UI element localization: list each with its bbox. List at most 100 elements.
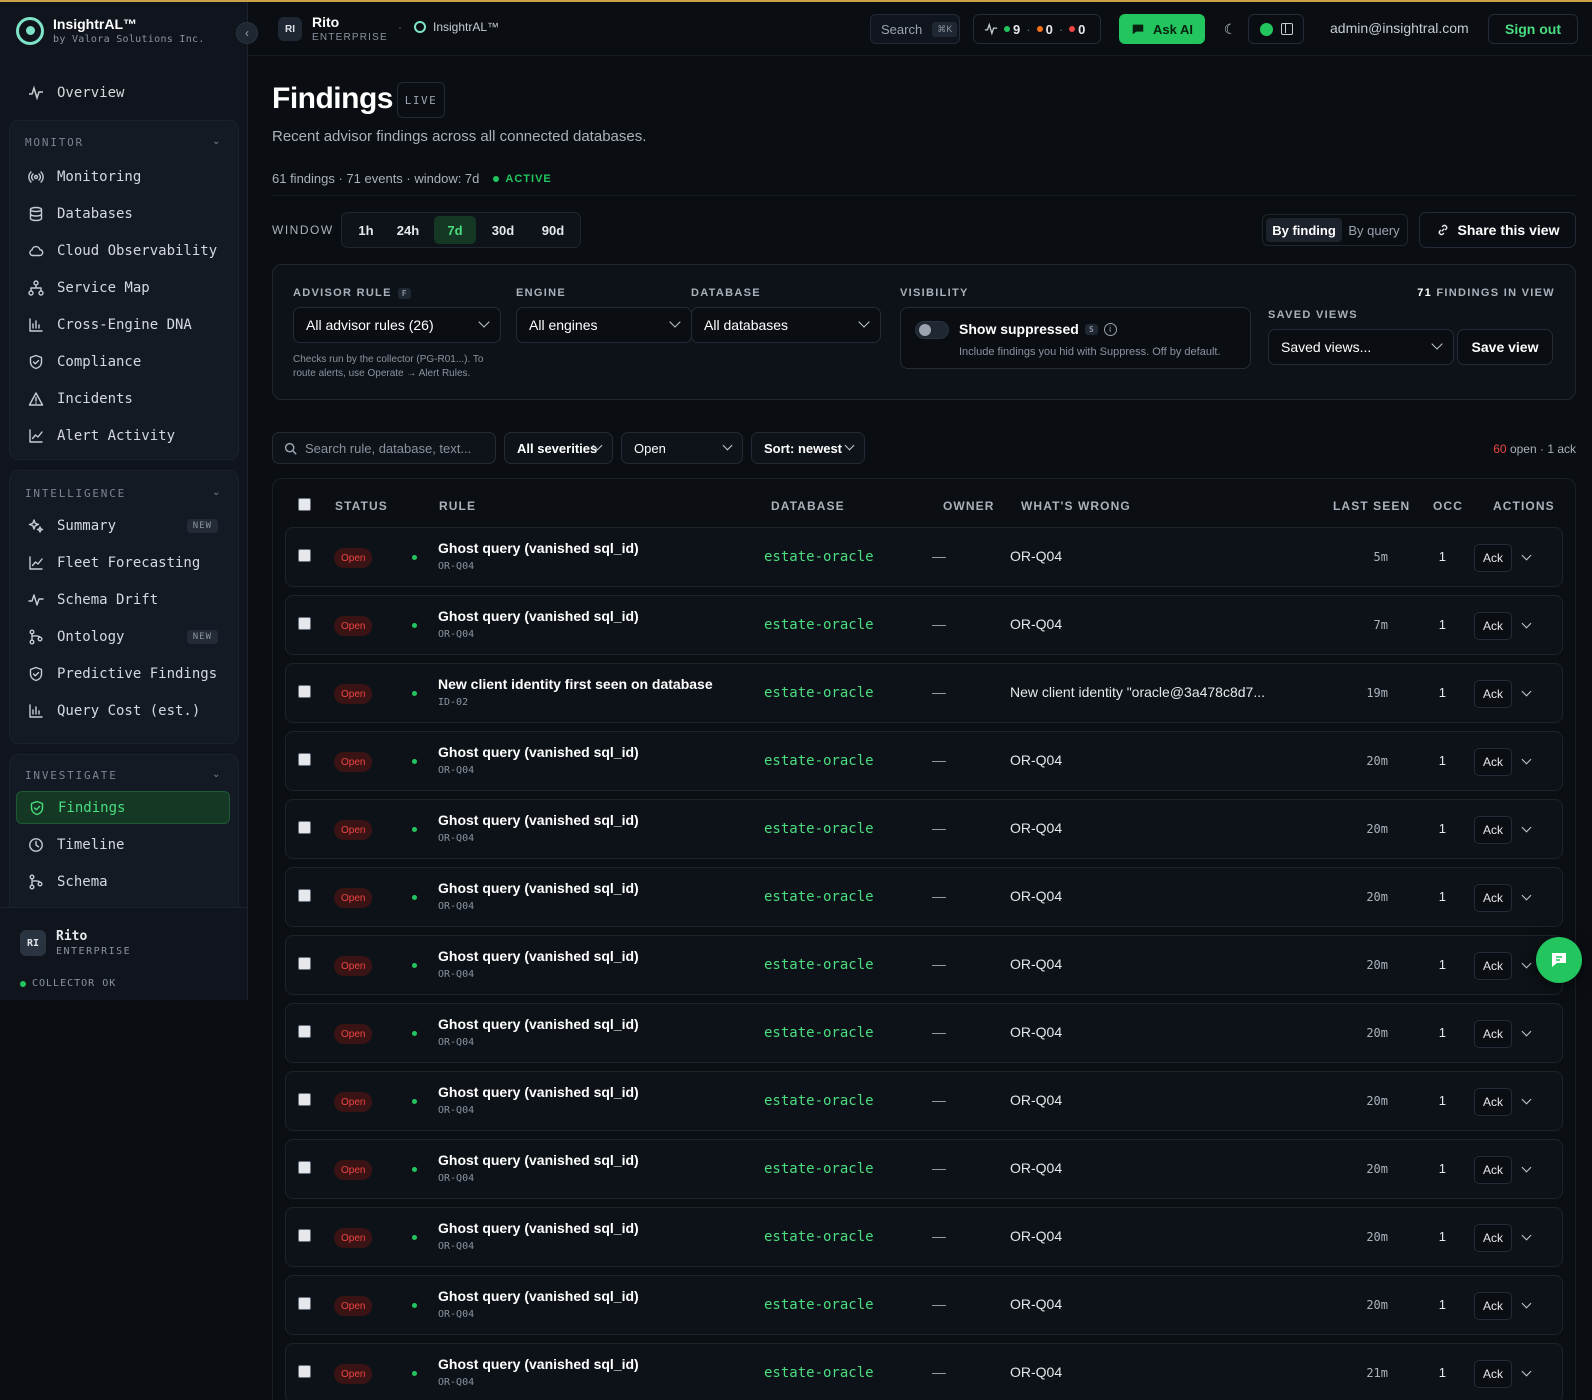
expand-chevron-icon[interactable] bbox=[1521, 958, 1532, 969]
global-search-button[interactable]: Search ⌘K bbox=[870, 14, 960, 44]
sort-select[interactable]: Sort: newest bbox=[751, 432, 865, 464]
rule-title[interactable]: Ghost query (vanished sql_id) bbox=[438, 812, 639, 828]
expand-chevron-icon[interactable] bbox=[1521, 822, 1532, 833]
sidebar-item-databases[interactable]: Databases bbox=[16, 197, 230, 230]
database-select[interactable]: All databases bbox=[691, 307, 881, 343]
table-row[interactable]: Open Ghost query (vanished sql_id) OR-Q0… bbox=[285, 799, 1563, 859]
database-link[interactable]: estate-oracle bbox=[764, 1365, 874, 1381]
expand-chevron-icon[interactable] bbox=[1521, 686, 1532, 697]
sidebar-item-fleet-forecasting[interactable]: Fleet Forecasting bbox=[16, 546, 230, 579]
ack-button[interactable]: Ack bbox=[1474, 1292, 1512, 1320]
sidebar-item-summary[interactable]: Summary NEW bbox=[16, 509, 230, 542]
table-row[interactable]: Open Ghost query (vanished sql_id) OR-Q0… bbox=[285, 527, 1563, 587]
chevron-down-icon[interactable]: ⌄ bbox=[212, 136, 220, 147]
rule-title[interactable]: Ghost query (vanished sql_id) bbox=[438, 744, 639, 760]
ack-button[interactable]: Ack bbox=[1474, 1088, 1512, 1116]
expand-chevron-icon[interactable] bbox=[1521, 1026, 1532, 1037]
expand-chevron-icon[interactable] bbox=[1521, 618, 1532, 629]
window-option-24h[interactable]: 24h bbox=[386, 216, 430, 244]
ack-button[interactable]: Ack bbox=[1474, 884, 1512, 912]
ack-button[interactable]: Ack bbox=[1474, 748, 1512, 776]
row-checkbox[interactable] bbox=[298, 957, 311, 970]
table-row[interactable]: Open Ghost query (vanished sql_id) OR-Q0… bbox=[285, 1343, 1563, 1400]
table-row[interactable]: Open Ghost query (vanished sql_id) OR-Q0… bbox=[285, 935, 1563, 995]
window-option-90d[interactable]: 90d bbox=[530, 216, 576, 244]
col-rule[interactable]: RULE bbox=[439, 499, 476, 513]
user-email[interactable]: admin@insightral.com bbox=[1330, 20, 1469, 36]
database-link[interactable]: estate-oracle bbox=[764, 889, 874, 905]
sidebar-item-cloud-observability[interactable]: Cloud Observability bbox=[16, 234, 230, 267]
row-checkbox[interactable] bbox=[298, 1297, 311, 1310]
rule-title[interactable]: Ghost query (vanished sql_id) bbox=[438, 540, 639, 556]
group-title-investigate[interactable]: INVESTIGATE bbox=[25, 769, 118, 782]
by-query-button[interactable]: By query bbox=[1343, 218, 1405, 242]
ack-button[interactable]: Ack bbox=[1474, 816, 1512, 844]
chevron-down-icon[interactable]: ⌄ bbox=[212, 769, 220, 780]
sidebar-item-alert-activity[interactable]: Alert Activity bbox=[16, 419, 230, 452]
sidebar-item-cross-engine-dna[interactable]: Cross-Engine DNA bbox=[16, 308, 230, 341]
sidebar-item-compliance[interactable]: Compliance bbox=[16, 345, 230, 378]
table-row[interactable]: Open Ghost query (vanished sql_id) OR-Q0… bbox=[285, 731, 1563, 791]
expand-chevron-icon[interactable] bbox=[1521, 1094, 1532, 1105]
expand-chevron-icon[interactable] bbox=[1521, 550, 1532, 561]
col-last-seen[interactable]: LAST SEEN bbox=[1333, 499, 1410, 513]
rule-title[interactable]: Ghost query (vanished sql_id) bbox=[438, 1288, 639, 1304]
row-checkbox[interactable] bbox=[298, 1093, 311, 1106]
table-row[interactable]: Open Ghost query (vanished sql_id) OR-Q0… bbox=[285, 1071, 1563, 1131]
expand-chevron-icon[interactable] bbox=[1521, 1366, 1532, 1377]
ack-button[interactable]: Ack bbox=[1474, 612, 1512, 640]
sidebar-item-predictive-findings[interactable]: Predictive Findings bbox=[16, 657, 230, 690]
ack-button[interactable]: Ack bbox=[1474, 952, 1512, 980]
database-link[interactable]: estate-oracle bbox=[764, 1093, 874, 1109]
ack-button[interactable]: Ack bbox=[1474, 680, 1512, 708]
ack-button[interactable]: Ack bbox=[1474, 544, 1512, 572]
database-link[interactable]: estate-oracle bbox=[764, 1297, 874, 1313]
sidebar-item-schema-drift[interactable]: Schema Drift bbox=[16, 583, 230, 616]
expand-chevron-icon[interactable] bbox=[1521, 1230, 1532, 1241]
database-link[interactable]: estate-oracle bbox=[764, 1229, 874, 1245]
layout-toggle-button[interactable] bbox=[1248, 14, 1304, 44]
window-option-7d[interactable]: 7d bbox=[434, 216, 476, 244]
theme-toggle-button[interactable]: ☾ bbox=[1215, 14, 1245, 44]
product-switcher[interactable]: InsightrAL™ bbox=[414, 20, 499, 34]
severity-select[interactable]: All severities bbox=[504, 432, 613, 464]
table-row[interactable]: Open Ghost query (vanished sql_id) OR-Q0… bbox=[285, 1003, 1563, 1063]
table-row[interactable]: Open Ghost query (vanished sql_id) OR-Q0… bbox=[285, 1207, 1563, 1267]
rule-title[interactable]: New client identity first seen on databa… bbox=[438, 676, 713, 692]
row-checkbox[interactable] bbox=[298, 1161, 311, 1174]
rule-title[interactable]: Ghost query (vanished sql_id) bbox=[438, 608, 639, 624]
rule-title[interactable]: Ghost query (vanished sql_id) bbox=[438, 1220, 639, 1236]
status-select[interactable]: Open bbox=[621, 432, 743, 464]
sidebar-item-overview[interactable]: Overview bbox=[16, 76, 230, 109]
rule-title[interactable]: Ghost query (vanished sql_id) bbox=[438, 880, 639, 896]
advisor-rule-select[interactable]: All advisor rules (26) bbox=[293, 307, 501, 343]
window-option-30d[interactable]: 30d bbox=[480, 216, 526, 244]
sign-out-button[interactable]: Sign out bbox=[1488, 14, 1578, 44]
ack-button[interactable]: Ack bbox=[1474, 1156, 1512, 1184]
row-checkbox[interactable] bbox=[298, 821, 311, 834]
table-row[interactable]: Open New client identity first seen on d… bbox=[285, 663, 1563, 723]
by-finding-button[interactable]: By finding bbox=[1266, 218, 1342, 242]
chat-fab-button[interactable] bbox=[1536, 937, 1582, 983]
table-row[interactable]: Open Ghost query (vanished sql_id) OR-Q0… bbox=[285, 1139, 1563, 1199]
col-whats-wrong[interactable]: WHAT'S WRONG bbox=[1021, 499, 1131, 513]
window-option-1h[interactable]: 1h bbox=[350, 216, 382, 244]
findings-search-input[interactable]: Search rule, database, text... bbox=[272, 432, 496, 464]
brand[interactable]: InsightrAL™ by Valora Solutions Inc. bbox=[16, 16, 205, 45]
rule-title[interactable]: Ghost query (vanished sql_id) bbox=[438, 1152, 639, 1168]
rule-title[interactable]: Ghost query (vanished sql_id) bbox=[438, 1084, 639, 1100]
info-icon[interactable]: i bbox=[1103, 322, 1117, 336]
group-title-monitor[interactable]: MONITOR bbox=[25, 136, 84, 149]
expand-chevron-icon[interactable] bbox=[1521, 1162, 1532, 1173]
expand-chevron-icon[interactable] bbox=[1521, 1298, 1532, 1309]
expand-chevron-icon[interactable] bbox=[1521, 890, 1532, 901]
col-occ[interactable]: OCC bbox=[1433, 499, 1463, 513]
row-checkbox[interactable] bbox=[298, 1025, 311, 1038]
avatar[interactable]: RI bbox=[20, 930, 46, 956]
col-status[interactable]: STATUS bbox=[335, 499, 388, 513]
database-link[interactable]: estate-oracle bbox=[764, 617, 874, 633]
row-checkbox[interactable] bbox=[298, 889, 311, 902]
rule-title[interactable]: Ghost query (vanished sql_id) bbox=[438, 948, 639, 964]
sidebar-item-schema[interactable]: Schema bbox=[16, 865, 230, 898]
sidebar-item-timeline[interactable]: Timeline bbox=[16, 828, 230, 861]
